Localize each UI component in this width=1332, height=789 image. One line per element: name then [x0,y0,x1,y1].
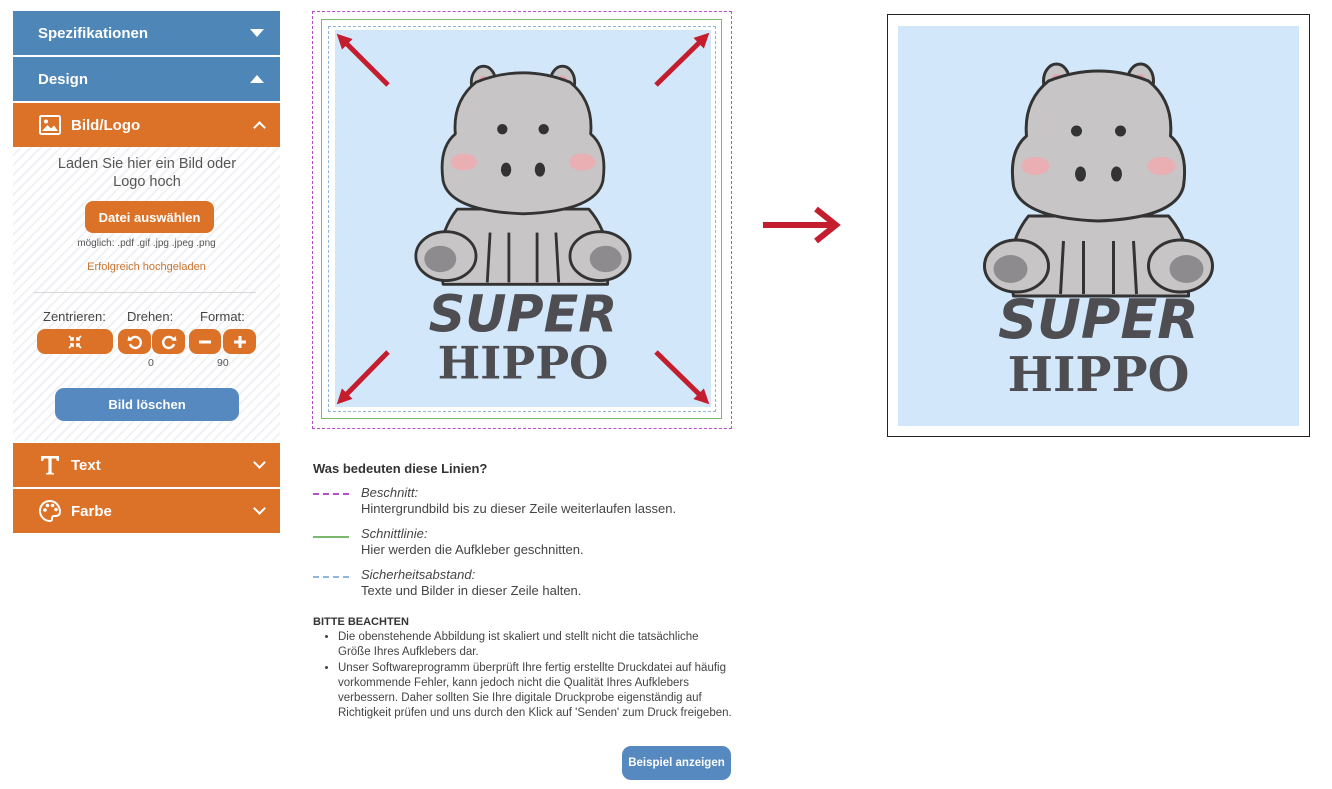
chevron-down-icon [253,456,266,469]
caret-down-icon [250,29,264,37]
rotate-left-button[interactable] [118,329,151,354]
accordion-bild-logo[interactable]: Bild/Logo [13,103,280,147]
center-label: Zentrieren: [43,309,106,324]
note-item: Die obenstehende Abbildung ist skaliert … [338,630,732,661]
sticker-preview: SUPER HIPPO [898,26,1299,426]
accordion-farbe[interactable]: Farbe [13,489,280,533]
text-icon [38,453,62,477]
arrow-bottom-right-icon [654,350,710,405]
plus-icon [233,335,246,348]
safety-line-sample [313,576,349,578]
image-icon [38,113,62,137]
file-select-button[interactable]: Datei auswählen [85,201,214,233]
arrow-right-icon [763,206,841,244]
caret-up-icon [250,75,264,83]
notes-title: BITTE BEACHTEN [313,616,409,628]
accordion-text-label: Text [71,456,101,474]
legend-item-name: Beschnitt: [361,485,419,500]
hippo-preview-illustration: SUPER HIPPO [983,62,1214,403]
legend-title: Was bedeuten diese Linien? [313,461,488,476]
accordion-text[interactable]: Text [13,443,280,487]
legend-item-desc: Hintergrundbild bis zu dieser Zeile weit… [361,501,677,516]
chevron-up-icon [253,121,266,134]
format-value: 90 [217,357,229,369]
divider [34,292,256,293]
accordion-spezifikationen-label: Spezifikationen [38,24,149,42]
rotate-right-icon [161,335,176,349]
bleed-line-sample [313,493,349,495]
legend-item-desc: Hier werden die Aufkleber geschnitten. [361,542,584,557]
rotate-value: 0 [148,357,154,369]
rotate-left-icon [127,335,142,349]
bild-logo-panel: Laden Sie hier ein Bild oder Logo hoch D… [13,147,280,441]
arrow-top-right-icon [654,32,710,87]
accordion-design-label: Design [38,70,89,88]
minus-icon [199,340,211,343]
cut-line-sample [313,536,349,538]
sidebar: Spezifikationen Design Bild/Logo Laden S… [13,11,280,535]
legend-item-desc: Texte und Bilder in dieser Zeile halten. [361,583,582,598]
format-decrease-button[interactable] [189,329,221,354]
show-example-button[interactable]: Beispiel anzeigen [622,746,731,780]
upload-success-message: Erfolgreich hochgeladen [87,261,206,273]
chevron-down-icon [253,502,266,515]
accordion-bild-logo-label: Bild/Logo [71,116,141,134]
upload-instructions: Laden Sie hier ein Bild oder Logo hoch [57,156,237,190]
legend-item-name: Schnittlinie: [361,526,428,541]
arrow-bottom-left-icon [336,350,390,405]
preview-text-super: SUPER [998,288,1199,351]
delete-image-button[interactable]: Bild löschen [55,388,239,421]
legend-item-name: Sicherheitsabstand: [361,567,476,582]
center-button[interactable] [37,329,113,354]
accordion-design[interactable]: Design [13,57,280,101]
notes-list: Die obenstehende Abbildung ist skaliert … [320,630,732,722]
rotate-label: Drehen: [127,309,174,324]
accordion-farbe-label: Farbe [71,502,112,520]
format-label: Format: [200,309,245,324]
rotate-right-button[interactable] [152,329,185,354]
resize-arrows [336,32,710,405]
arrow-top-left-icon [336,33,390,87]
compress-icon [68,334,82,349]
preview-text-hippo: HIPPO [1008,347,1190,403]
palette-icon [38,499,62,523]
accordion-spezifikationen[interactable]: Spezifikationen [13,11,280,55]
allowed-formats: möglich: .pdf .gif .jpg .jpeg .png [77,238,216,249]
format-increase-button[interactable] [223,329,256,354]
note-item: Unser Softwareprogramm überprüft Ihre fe… [338,661,732,722]
